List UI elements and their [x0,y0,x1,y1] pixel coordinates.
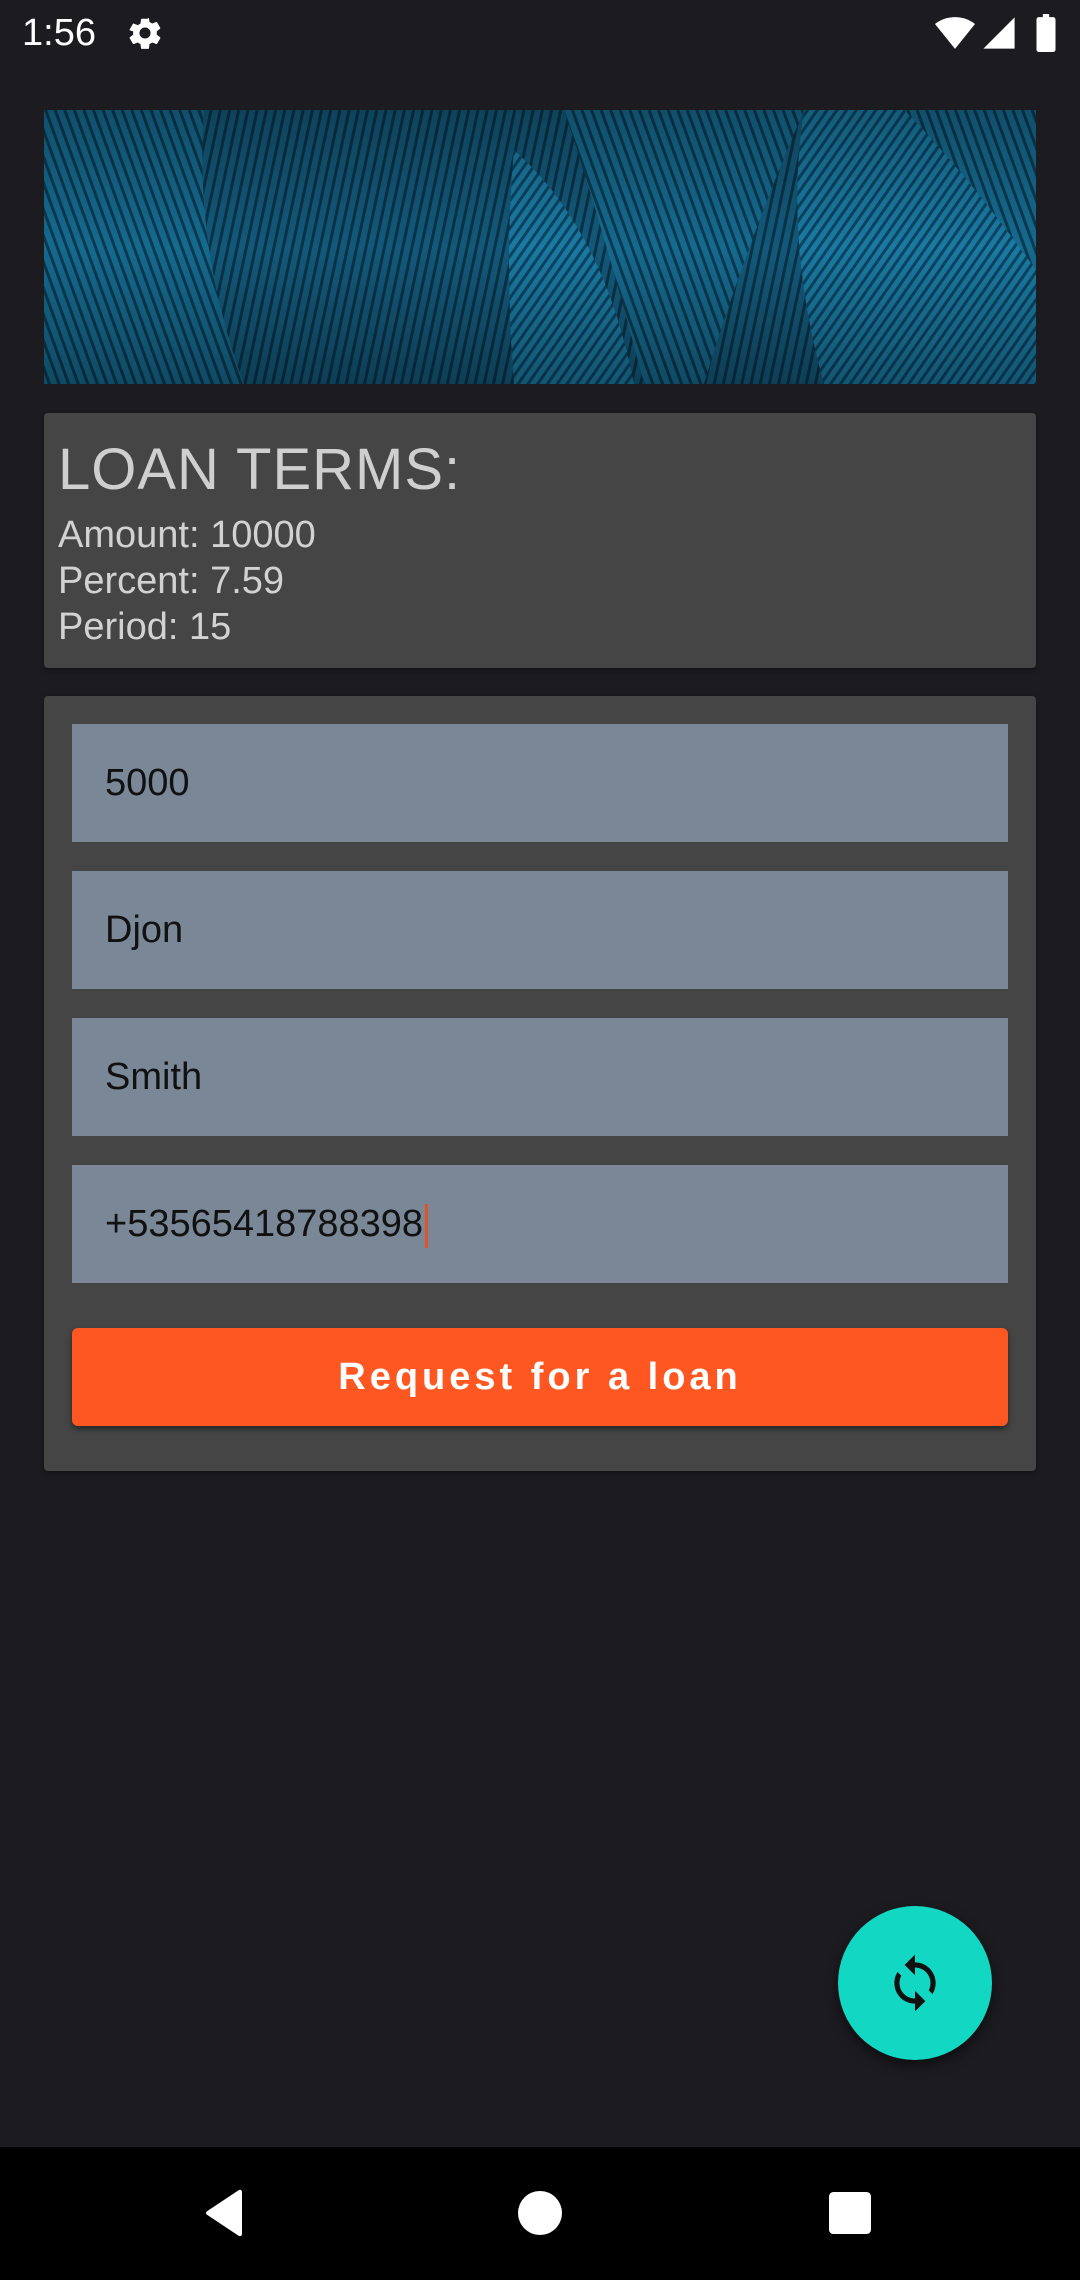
loan-terms-period: Period: 15 [58,606,232,648]
loan-terms-amount: Amount: 10000 [58,514,316,556]
recents-icon[interactable] [829,2192,871,2234]
refresh-icon [894,1954,936,2012]
loan-terms-percent: Percent: 7.59 [58,560,285,602]
loan-terms-card: LOAN TERMS: Amount: 10000 Percent: 7.59 … [44,413,1036,668]
battery-icon [1036,14,1056,52]
request-loan-button[interactable]: Request for a loan [72,1328,1008,1426]
signal-icon [983,17,1015,49]
system-nav-bar [0,2147,1080,2280]
amount-input-value: 5000 [105,762,190,804]
status-bar: 1:56 [0,0,1080,66]
wifi-icon [935,17,975,49]
loan-terms-title: LOAN TERMS: [58,437,462,502]
last-name-input-value: Smith [105,1056,203,1098]
phone-input-value: +53565418788398 [105,1203,424,1245]
back-icon[interactable] [202,2189,246,2237]
feather-texture-image [44,110,1036,384]
amount-input[interactable]: 5000 [72,724,1008,842]
refresh-fab-button[interactable] [838,1906,992,2060]
home-icon[interactable] [518,2191,562,2235]
text-cursor [425,1203,429,1248]
gear-icon [129,17,161,49]
loan-request-form: 5000 Djon Smith +53565418788398 Request … [44,696,1036,1471]
last-name-input[interactable]: Smith [72,1018,1008,1136]
status-time: 1:56 [22,12,96,54]
phone-input[interactable]: +53565418788398 [72,1165,1008,1283]
first-name-input-value: Djon [105,909,184,951]
header-banner-image [44,110,1036,384]
first-name-input[interactable]: Djon [72,871,1008,989]
